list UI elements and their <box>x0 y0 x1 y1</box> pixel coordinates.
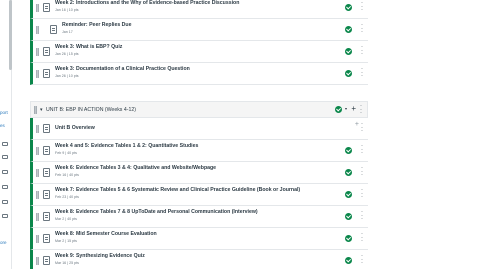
item-meta: Feb 23 | 40 pts <box>55 195 79 199</box>
item-meta: Mar 16 | 25 pts <box>55 261 79 265</box>
page: port es ore Week 2: Introductions and th… <box>0 0 478 269</box>
item-title[interactable]: Week 2: Introductions and the Why of Evi… <box>55 0 239 6</box>
assignment-icon <box>43 69 50 78</box>
more-options-icon[interactable]: · · · <box>360 66 364 79</box>
item-title[interactable]: Week 4 and 5: Evidence Tables 1 & 2: Qua… <box>55 143 198 149</box>
item-meta: Jan 17 <box>62 30 73 34</box>
drag-handle-icon[interactable] <box>36 4 39 12</box>
module-item[interactable]: Week 4 and 5: Evidence Tables 1 & 2: Qua… <box>30 140 368 162</box>
published-icon[interactable] <box>345 191 352 198</box>
drag-handle-icon[interactable] <box>36 169 39 177</box>
item-meta: Jan 26 | 10 pts <box>55 74 79 78</box>
item-meta: Feb 9 | 40 pts <box>55 151 77 155</box>
more-options-icon[interactable]: · · · <box>360 22 364 35</box>
drag-handle-icon[interactable] <box>36 70 39 78</box>
more-options-icon[interactable]: · · · <box>359 103 363 116</box>
assignment-icon <box>43 3 50 12</box>
nav-icon[interactable] <box>2 214 8 218</box>
item-title[interactable]: Week 8: Mid Semester Course Evaluation <box>55 231 157 237</box>
item-meta: Mar 2 | 15 pts <box>55 239 77 243</box>
item-title[interactable]: Unit B Overview <box>55 125 95 131</box>
published-icon[interactable] <box>335 106 342 113</box>
nav-icon[interactable] <box>2 170 8 174</box>
drag-handle-icon[interactable] <box>36 125 39 133</box>
item-title[interactable]: Week 9: Synthesizing Evidence Quiz <box>55 253 145 259</box>
drag-handle-icon[interactable] <box>36 147 39 155</box>
published-icon[interactable] <box>345 213 352 220</box>
assignment-icon <box>50 25 57 34</box>
item-meta: Jan 26 | 15 pts <box>55 52 79 56</box>
drag-handle-icon[interactable] <box>34 106 37 114</box>
nav-icon[interactable] <box>2 185 8 189</box>
item-title[interactable]: Week 3: Documentation of a Clinical Prac… <box>55 66 190 72</box>
published-icon[interactable] <box>345 70 352 77</box>
add-item-icon[interactable]: + <box>351 104 356 113</box>
assignment-icon <box>43 190 50 199</box>
nav-icon[interactable] <box>2 155 8 159</box>
published-icon[interactable] <box>345 169 352 176</box>
module-item[interactable]: Week 8: Evidence Tables 7 & 8 UpToDate a… <box>30 206 368 228</box>
assignment-icon <box>43 146 50 155</box>
item-title[interactable]: Week 6: Evidence Tables 3 & 4: Qualitati… <box>55 165 216 171</box>
item-meta: Jan 16 | 10 pts <box>55 8 79 12</box>
more-options-icon[interactable]: · · · <box>360 44 364 57</box>
published-icon[interactable] <box>345 257 352 264</box>
published-icon[interactable] <box>345 26 352 33</box>
quiz-icon <box>43 256 50 265</box>
published-icon[interactable] <box>345 4 352 11</box>
published-icon[interactable] <box>345 48 352 55</box>
module-item[interactable]: Week 8: Mid Semester Course Evaluation M… <box>30 228 368 250</box>
module-title[interactable]: UNIT B: EBP IN ACTION (Weeks 4-12) <box>46 107 136 113</box>
collapse-caret-icon[interactable]: ▾ <box>40 107 43 113</box>
nav-fragment[interactable]: ore <box>0 240 7 245</box>
nav-fragment[interactable]: port <box>0 110 8 115</box>
published-icon[interactable] <box>345 147 352 154</box>
drag-handle-icon[interactable] <box>36 48 39 56</box>
assignment-icon <box>43 212 50 221</box>
chevron-down-icon[interactable]: ▾ <box>345 106 347 111</box>
nav-fragment[interactable]: es <box>0 123 5 128</box>
assignment-icon <box>43 168 50 177</box>
item-title[interactable]: Week 8: Evidence Tables 7 & 8 UpToDate a… <box>55 209 258 215</box>
module-item[interactable]: Unit B Overview + · · · <box>30 118 368 140</box>
module-item[interactable]: Week 7: Evidence Tables 5 & 6 Systematic… <box>30 184 368 206</box>
module-b: ▾ UNIT B: EBP IN ACTION (Weeks 4-12) ▾ +… <box>30 101 368 269</box>
drag-handle-icon[interactable] <box>36 257 39 265</box>
add-icon[interactable]: + <box>355 121 359 128</box>
drag-handle-icon[interactable] <box>36 26 39 34</box>
item-title[interactable]: Week 7: Evidence Tables 5 & 6 Systematic… <box>55 187 300 193</box>
module-item[interactable]: Week 3: What is EBP? Quiz Jan 26 | 15 pt… <box>30 41 368 63</box>
item-meta: Mar 2 | 40 pts <box>55 217 77 221</box>
left-navigation-strip: port es ore <box>0 0 12 269</box>
nav-icon[interactable] <box>2 200 8 204</box>
published-icon[interactable] <box>345 235 352 242</box>
more-options-icon[interactable]: · · · <box>360 0 364 13</box>
module-item[interactable]: Week 6: Evidence Tables 3 & 4: Qualitati… <box>30 162 368 184</box>
module-item[interactable]: Week 9: Synthesizing Evidence Quiz Mar 1… <box>30 250 368 269</box>
more-options-icon[interactable]: · · · <box>360 253 364 266</box>
drag-handle-icon[interactable] <box>36 191 39 199</box>
module-a: Week 2: Introductions and the Why of Evi… <box>30 0 368 85</box>
more-options-icon[interactable]: · · · <box>360 165 364 178</box>
module-item[interactable]: Reminder: Peer Replies Due Jan 17 · · · <box>30 19 368 41</box>
quiz-icon <box>43 234 50 243</box>
drag-handle-icon[interactable] <box>36 213 39 221</box>
more-options-icon[interactable]: · · · <box>360 187 364 200</box>
nav-icon[interactable] <box>2 142 8 146</box>
page-icon <box>43 124 50 133</box>
module-header[interactable]: ▾ UNIT B: EBP IN ACTION (Weeks 4-12) ▾ +… <box>30 101 368 118</box>
item-meta: Feb 16 | 40 pts <box>55 173 79 177</box>
scrollbar[interactable] <box>9 0 12 70</box>
item-title[interactable]: Week 3: What is EBP? Quiz <box>55 44 122 50</box>
more-options-icon[interactable]: · · · <box>360 121 364 134</box>
module-item[interactable]: Week 2: Introductions and the Why of Evi… <box>30 0 368 19</box>
more-options-icon[interactable]: · · · <box>360 143 364 156</box>
module-item[interactable]: Week 3: Documentation of a Clinical Prac… <box>30 63 368 85</box>
more-options-icon[interactable]: · · · <box>360 209 364 222</box>
drag-handle-icon[interactable] <box>36 235 39 243</box>
item-title[interactable]: Reminder: Peer Replies Due <box>62 22 131 28</box>
more-options-icon[interactable]: · · · <box>360 231 364 244</box>
quiz-icon <box>43 47 50 56</box>
